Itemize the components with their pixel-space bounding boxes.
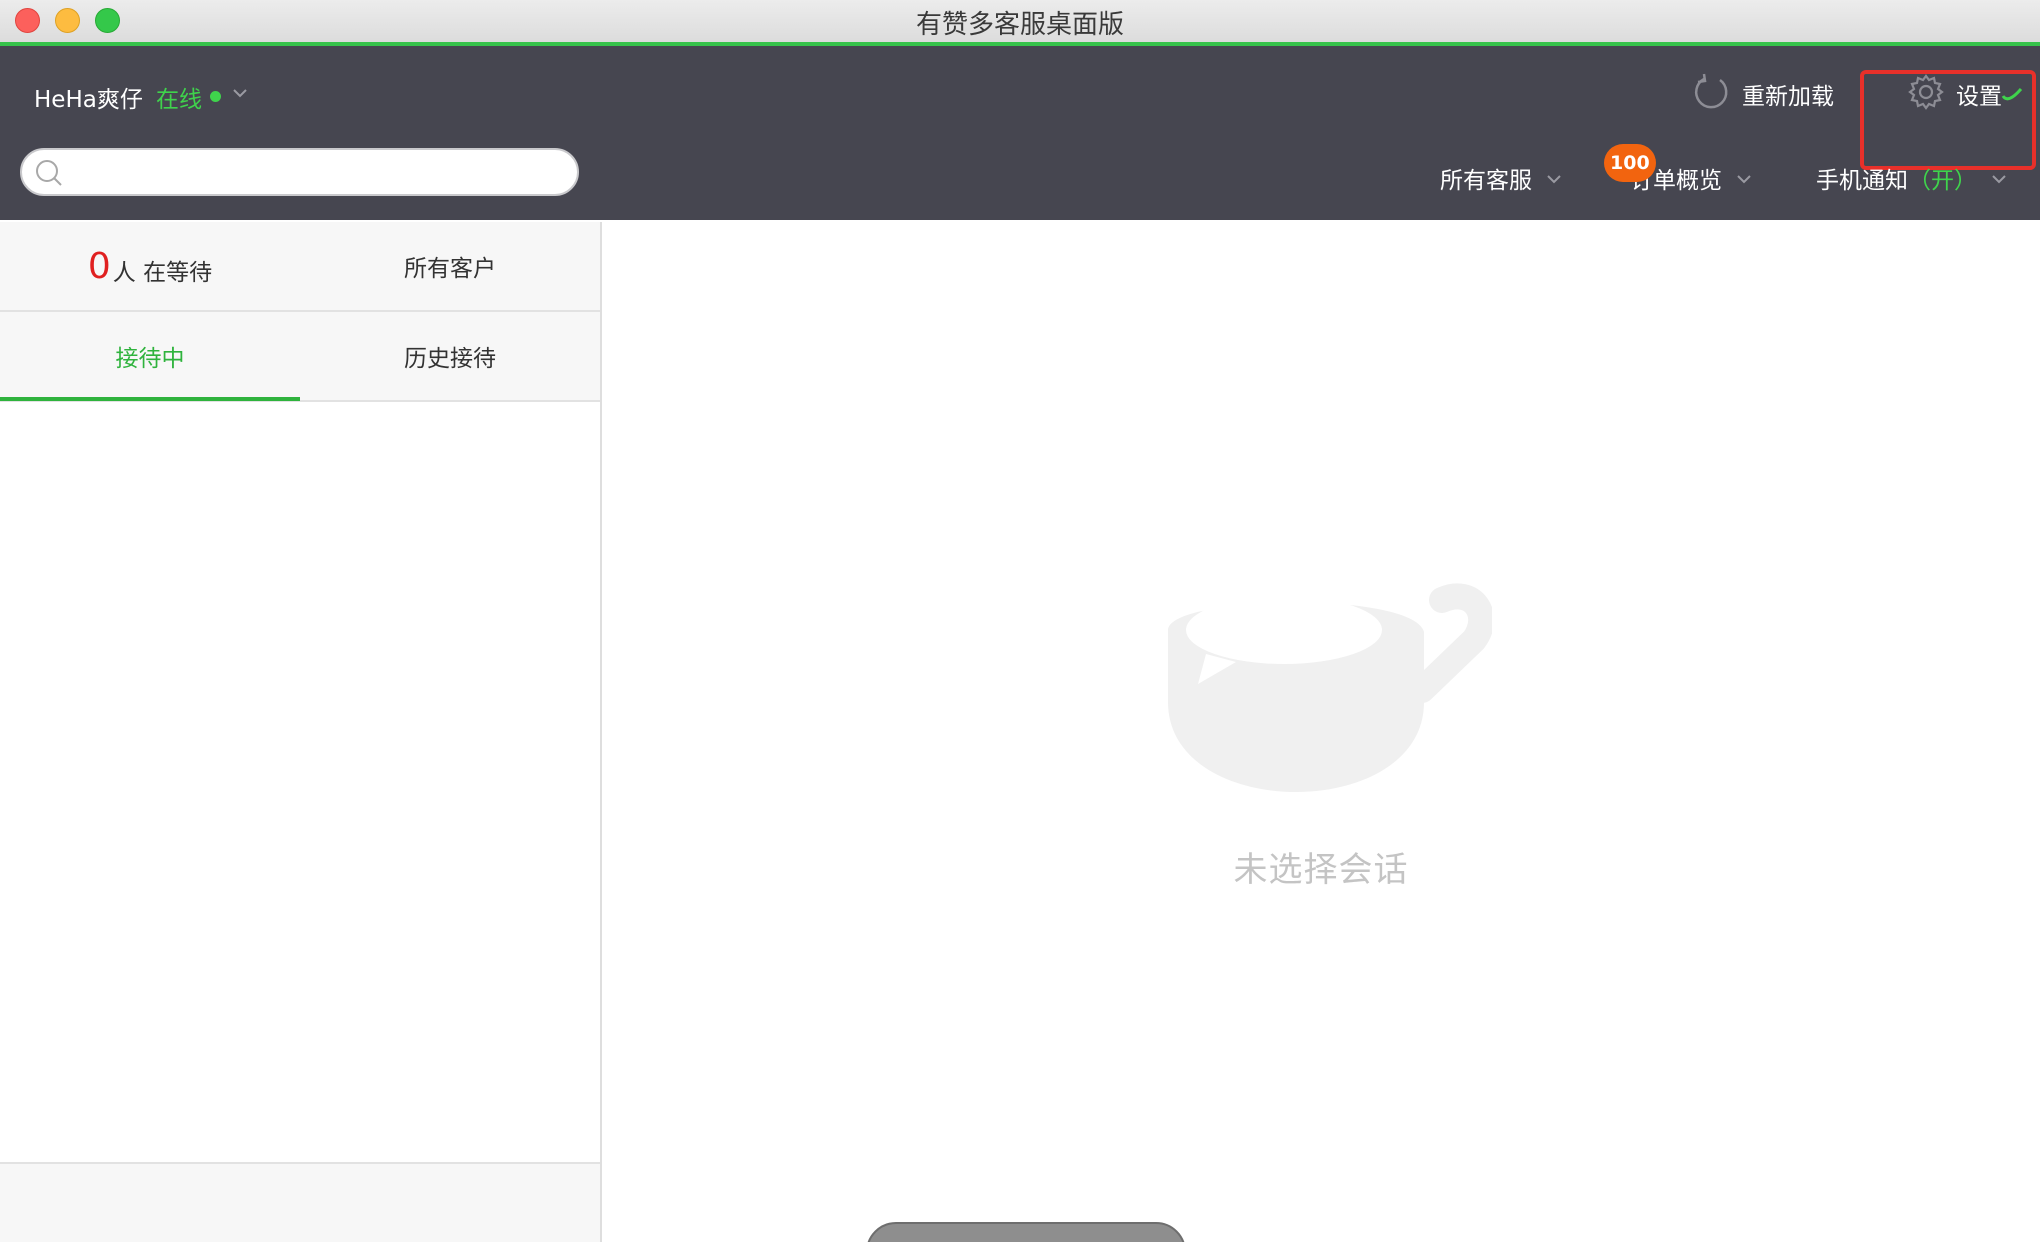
chevron-down-icon	[1546, 165, 1562, 191]
reload-label: 重新加载	[1742, 84, 1834, 110]
online-status-dot	[210, 91, 221, 102]
search-box[interactable]	[20, 148, 579, 196]
tabs-row: 接待中 历史接待	[0, 312, 600, 402]
window-title: 有赞多客服桌面版	[915, 10, 1124, 40]
left-panel: 0 人 在等待 所有客户 接待中 历史接待	[0, 222, 602, 1242]
waiting-label: 人 在等待	[112, 260, 213, 286]
mobile-notify-state: （开）	[1908, 168, 1977, 194]
header: HeHa爽仔 在线 重新加载 设置 所有客服 订单概览 手机通知 （开）	[0, 46, 2040, 220]
status-chevron-down-icon[interactable]	[232, 84, 248, 103]
chat-area: 未选择会话	[602, 222, 2040, 1242]
user-status[interactable]: 在线	[156, 80, 202, 114]
all-agents-dropdown[interactable]: 所有客服	[1440, 160, 1562, 196]
conversation-list	[0, 402, 600, 1162]
orders-count-badge: 100	[1604, 144, 1656, 182]
chevron-down-icon	[1736, 165, 1752, 191]
title-bar: 有赞多客服桌面版	[0, 0, 2040, 42]
reload-button[interactable]: 重新加载	[1692, 70, 1834, 118]
tab-serving[interactable]: 接待中	[0, 312, 300, 400]
active-tab-indicator	[0, 397, 300, 401]
search-input[interactable]	[74, 156, 568, 190]
chevron-down-icon	[1991, 165, 2007, 191]
reload-icon	[1692, 72, 1732, 116]
all-agents-label: 所有客服	[1440, 168, 1532, 194]
waiting-customers[interactable]: 0 人 在等待	[0, 222, 300, 310]
settings-highlight-box	[1860, 70, 2036, 170]
stats-row: 0 人 在等待 所有客户	[0, 222, 600, 312]
user-name: HeHa爽仔	[34, 87, 143, 113]
mobile-notify-dropdown[interactable]: 手机通知 （开）	[1816, 160, 2007, 196]
left-panel-footer	[0, 1162, 600, 1242]
waiting-count: 0	[87, 245, 111, 287]
coffee-cup-icon	[1162, 582, 1495, 826]
bottom-popup-pill[interactable]	[866, 1222, 1186, 1242]
all-customers-button[interactable]: 所有客户	[300, 222, 600, 310]
app-window: 有赞多客服桌面版 HeHa爽仔 在线 重新加载 设置 所有客服 订单概览 手机通…	[0, 0, 2040, 1242]
mobile-notify-label: 手机通知	[1816, 168, 1908, 194]
no-conversation-text: 未选择会话	[1233, 850, 1409, 890]
tab-history[interactable]: 历史接待	[300, 312, 600, 400]
search-icon	[34, 158, 64, 192]
